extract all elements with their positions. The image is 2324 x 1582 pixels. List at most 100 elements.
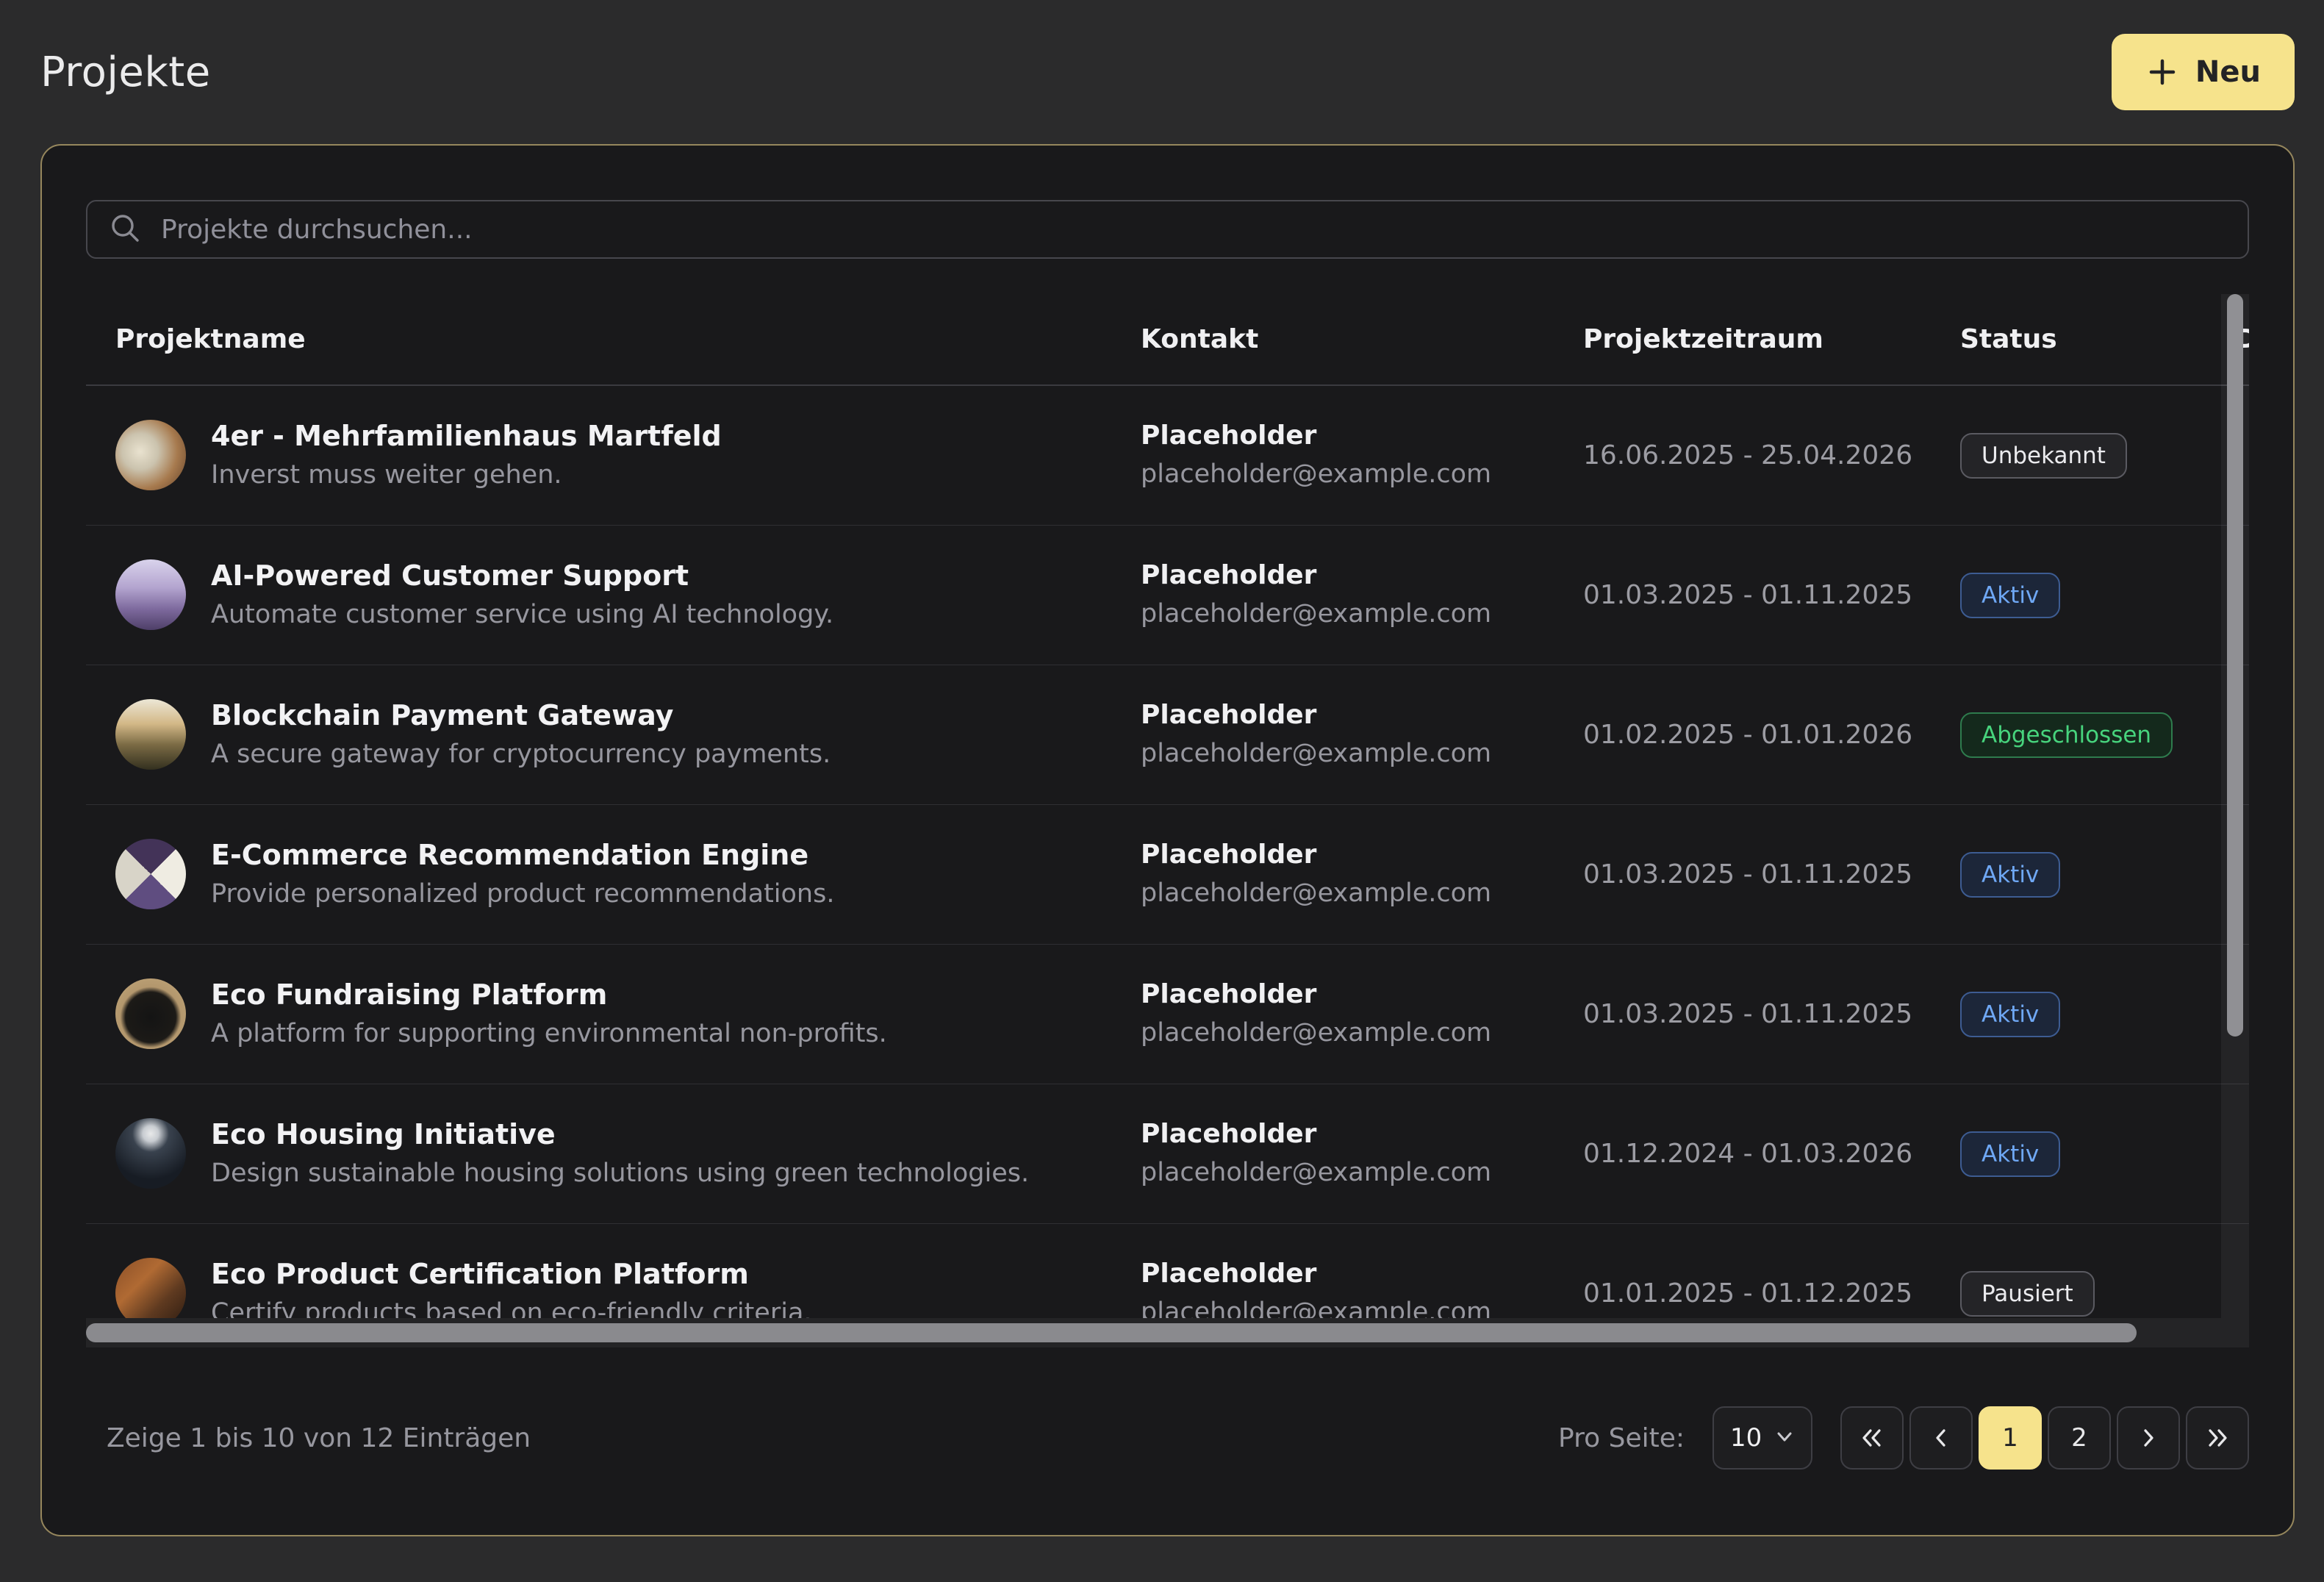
page: Projekte Neu Projektname <box>0 0 2324 1536</box>
contact-name: Placeholder <box>1141 1119 1317 1150</box>
column-header-projektname: Projektname <box>115 324 306 354</box>
project-text: Eco Fundraising Platform A platform for … <box>211 977 887 1051</box>
search-box <box>86 200 2249 259</box>
project-period: 01.12.2024 - 01.03.2026 <box>1583 1139 1913 1169</box>
first-page-button[interactable] <box>1840 1406 1904 1470</box>
entries-summary: Zeige 1 bis 10 von 12 Einträgen <box>107 1422 531 1453</box>
card-footer: Zeige 1 bis 10 von 12 Einträgen Pro Seit… <box>86 1406 2249 1470</box>
horizontal-scrollbar-thumb[interactable] <box>86 1323 2137 1342</box>
contact-email: placeholder@example.com <box>1141 1298 1492 1318</box>
previous-page-button[interactable] <box>1909 1406 1973 1470</box>
contact-cell: Placeholder placeholder@example.com <box>1141 838 1583 910</box>
table-row[interactable]: 4er - Mehrfamilienhaus Martfeld Inverst … <box>86 386 2249 526</box>
vertical-scrollbar-track <box>2221 294 2249 1318</box>
new-project-button[interactable]: Neu <box>2111 34 2295 110</box>
status-cell: Unbekannt <box>1960 432 2236 479</box>
contact-cell: Placeholder placeholder@example.com <box>1141 419 1583 491</box>
plus-icon <box>2145 55 2179 89</box>
project-name: E-Commerce Recommendation Engine <box>211 839 809 872</box>
project-avatar <box>115 978 186 1050</box>
project-period: 16.06.2025 - 25.04.2026 <box>1583 440 1913 470</box>
contact-cell: Placeholder placeholder@example.com <box>1141 978 1583 1050</box>
table-row[interactable]: Eco Fundraising Platform A platform for … <box>86 945 2249 1084</box>
status-badge: Aktiv <box>1960 991 2061 1037</box>
chevron-right-icon <box>2135 1425 2162 1451</box>
project-avatar <box>115 1258 186 1318</box>
new-project-button-label: Neu <box>2195 55 2261 89</box>
horizontal-scrollbar-track <box>86 1318 2249 1347</box>
pagination-controls: Pro Seite: 10 1 2 <box>1558 1406 2249 1470</box>
search-input[interactable] <box>161 214 2227 245</box>
column-header-kontakt: Kontakt <box>1141 324 1259 354</box>
column-header-projektzeitraum: Projektzeitraum <box>1583 324 1823 354</box>
status-cell: Pausiert <box>1960 1270 2236 1317</box>
last-page-button[interactable] <box>2186 1406 2249 1470</box>
table-row[interactable]: E-Commerce Recommendation Engine Provide… <box>86 805 2249 945</box>
project-description: Design sustainable housing solutions usi… <box>211 1159 1030 1189</box>
contact-email: placeholder@example.com <box>1141 878 1492 909</box>
page-button-1[interactable]: 1 <box>1979 1406 2042 1470</box>
project-name: Eco Fundraising Platform <box>211 978 608 1012</box>
status-badge: Aktiv <box>1960 851 2061 898</box>
contact-cell: Placeholder placeholder@example.com <box>1141 698 1583 770</box>
page-title: Projekte <box>40 48 211 96</box>
contact-name: Placeholder <box>1141 979 1317 1010</box>
contact-cell: Placeholder placeholder@example.com <box>1141 1117 1583 1189</box>
contact-name: Placeholder <box>1141 420 1317 451</box>
contact-email: placeholder@example.com <box>1141 1018 1492 1048</box>
project-avatar <box>115 420 186 491</box>
projects-card: Projektname Kontakt Projektzeitraum Stat… <box>40 144 2295 1536</box>
project-cell: AI-Powered Customer Support Automate cus… <box>86 558 1141 632</box>
vertical-scrollbar-thumb[interactable] <box>2227 294 2243 1037</box>
table: Projektname Kontakt Projektzeitraum Stat… <box>86 294 2249 1318</box>
contact-email: placeholder@example.com <box>1141 1158 1492 1188</box>
project-period: 01.03.2025 - 01.11.2025 <box>1583 999 1913 1029</box>
project-description: A secure gateway for cryptocurrency paym… <box>211 740 831 770</box>
column-header-status: Status <box>1960 324 2057 354</box>
project-avatar <box>115 699 186 770</box>
chevron-left-icon <box>1928 1425 1954 1451</box>
per-page-select[interactable]: 10 <box>1712 1406 1812 1470</box>
next-page-button[interactable] <box>2117 1406 2180 1470</box>
project-avatar <box>115 839 186 910</box>
project-period: 01.02.2025 - 01.01.2026 <box>1583 720 1913 750</box>
table-row[interactable]: Blockchain Payment Gateway A secure gate… <box>86 665 2249 805</box>
project-text: Eco Product Certification Platform Certi… <box>211 1256 812 1318</box>
status-badge: Unbekannt <box>1960 432 2127 479</box>
project-period: 01.01.2025 - 01.12.2025 <box>1583 1278 1913 1309</box>
page-button-2[interactable]: 2 <box>2048 1406 2111 1470</box>
project-avatar <box>115 559 186 631</box>
project-cell: Eco Product Certification Platform Certi… <box>86 1256 1141 1318</box>
search-icon <box>108 211 142 248</box>
status-cell: Aktiv <box>1960 991 2236 1037</box>
project-description: Automate customer service using AI techn… <box>211 600 834 630</box>
per-page-value: 10 <box>1730 1423 1762 1453</box>
project-name: Blockchain Payment Gateway <box>211 699 674 732</box>
contact-name: Placeholder <box>1141 840 1317 870</box>
status-cell: Aktiv <box>1960 851 2236 898</box>
table-row[interactable]: Eco Product Certification Platform Certi… <box>86 1224 2249 1318</box>
double-chevron-left-icon <box>1857 1425 1887 1451</box>
project-description: A platform for supporting environmental … <box>211 1019 887 1049</box>
contact-cell: Placeholder placeholder@example.com <box>1141 559 1583 631</box>
contact-name: Placeholder <box>1141 1259 1317 1289</box>
project-text: Eco Housing Initiative Design sustainabl… <box>211 1117 1029 1191</box>
table-row[interactable]: Eco Housing Initiative Design sustainabl… <box>86 1084 2249 1224</box>
project-cell: Eco Housing Initiative Design sustainabl… <box>86 1117 1141 1191</box>
status-cell: Aktiv <box>1960 572 2236 618</box>
project-description: Inverst muss weiter gehen. <box>211 460 562 490</box>
project-name: Eco Product Certification Platform <box>211 1258 749 1291</box>
project-period: 01.03.2025 - 01.11.2025 <box>1583 580 1913 610</box>
table-body: 4er - Mehrfamilienhaus Martfeld Inverst … <box>86 386 2249 1318</box>
chevron-down-icon <box>1774 1426 1795 1450</box>
double-chevron-right-icon <box>2203 1425 2232 1451</box>
project-cell: 4er - Mehrfamilienhaus Martfeld Inverst … <box>86 418 1141 493</box>
project-text: Blockchain Payment Gateway A secure gate… <box>211 698 831 772</box>
project-text: E-Commerce Recommendation Engine Provide… <box>211 837 834 912</box>
table-row[interactable]: AI-Powered Customer Support Automate cus… <box>86 526 2249 665</box>
project-period: 01.03.2025 - 01.11.2025 <box>1583 859 1913 890</box>
project-description: Provide personalized product recommendat… <box>211 879 835 909</box>
project-description: Certify products based on eco-friendly c… <box>211 1298 812 1318</box>
top-bar: Projekte Neu <box>40 0 2295 144</box>
table-header-row: Projektname Kontakt Projektzeitraum Stat… <box>86 294 2249 386</box>
